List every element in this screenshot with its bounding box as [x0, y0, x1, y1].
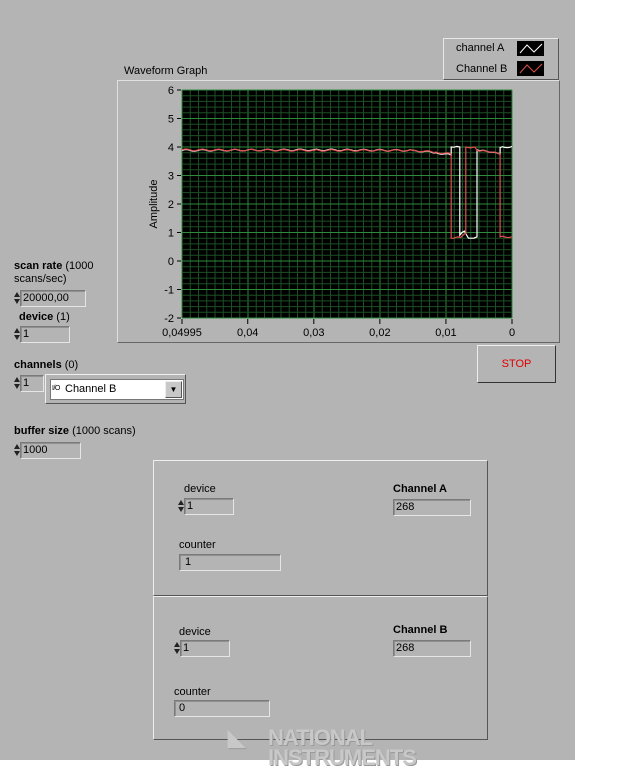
x-tick-label: 0,04 — [237, 327, 258, 339]
channels-label: channels (0) — [14, 359, 78, 371]
y-tick-label: -1 — [164, 285, 174, 297]
front-panel: channel A Channel B Waveform Graph 6 5 4 3 2… — [0, 0, 575, 769]
group-a-device-input[interactable]: 1 — [184, 498, 234, 515]
group-a-device-label: device — [184, 483, 216, 495]
channel-a-label: Channel A — [393, 483, 447, 495]
device-label-unit: (1) — [53, 311, 70, 323]
y-tick-label: 1 — [168, 228, 174, 240]
group-a-counter-value: 1 — [179, 554, 281, 571]
channel-b-group: device 1 counter 0 Channel B 268 — [153, 596, 488, 740]
channels-label-bold: channels — [14, 359, 62, 371]
legend-label-b: Channel B — [456, 63, 508, 75]
scan-rate-label: scan rate (1000 — [14, 260, 94, 272]
ni-logo: ◣ NATIONAL INSTRUMENTS — [228, 725, 417, 770]
group-b-counter-label: counter — [174, 686, 211, 698]
channels-label-unit: (0) — [61, 359, 79, 371]
chevron-down-icon[interactable]: ▼ — [165, 381, 182, 398]
scan-rate-input[interactable]: 20000,00 — [20, 290, 86, 307]
waveform-graph[interactable]: 6 5 4 3 2 1 0 -1 -2 0,04995 0,04 0,03 0,02 0,01 0 Ampl… — [117, 80, 560, 343]
group-b-device-input[interactable]: 1 — [180, 640, 230, 657]
y-tick-label: 5 — [168, 114, 174, 126]
device-label: device (1) — [19, 311, 70, 323]
channel-select[interactable]: I/O Channel B ▼ — [45, 374, 186, 404]
y-tick-label: 0 — [168, 256, 174, 268]
group-a-counter-label: counter — [179, 539, 216, 551]
y-tick-label: -2 — [164, 313, 174, 325]
device-input[interactable]: 1 — [20, 326, 70, 343]
channel-b-label: Channel B — [393, 624, 448, 636]
y-tick-label: 2 — [168, 199, 174, 211]
buffer-size-label-unit: (1000 scans) — [69, 425, 136, 437]
x-tick-label: 0,04995 — [162, 327, 202, 339]
legend-swatch-b[interactable] — [517, 61, 544, 76]
channels-index-input[interactable]: 1 — [20, 375, 44, 392]
channel-select-value: Channel B — [65, 383, 117, 395]
channel-a-value: 268 — [393, 499, 471, 516]
buffer-size-label-bold: buffer size — [14, 425, 70, 437]
buffer-size-label: buffer size (1000 scans) — [14, 425, 136, 437]
x-tick-label: 0,03 — [303, 327, 324, 339]
legend-swatch-a[interactable] — [517, 41, 544, 56]
y-tick-label: 3 — [168, 171, 174, 183]
buffer-size-input[interactable]: 1000 — [20, 442, 81, 459]
y-axis-label: Amplitude — [148, 180, 160, 229]
y-tick-label: 4 — [168, 142, 174, 154]
channel-b-value: 268 — [393, 640, 471, 657]
graph-title: Waveform Graph — [124, 65, 208, 77]
channel-a-group: device 1 counter 1 Channel A 268 — [153, 460, 488, 596]
stop-button[interactable]: STOP — [477, 345, 556, 383]
group-b-device-label: device — [179, 626, 211, 638]
legend-label-a: channel A — [456, 42, 505, 54]
group-b-counter-value: 0 — [174, 700, 270, 717]
x-tick-label: 0,02 — [369, 327, 390, 339]
stop-button-label: STOP — [501, 358, 532, 370]
graph-legend: channel A Channel B — [443, 38, 559, 80]
scan-rate-label-bold: scan rate — [14, 260, 63, 272]
io-glyph-icon: I/O — [52, 385, 60, 392]
x-tick-label: 0 — [509, 327, 515, 339]
scan-rate-label-unit: (1000 — [62, 260, 94, 272]
x-tick-label: 0,01 — [435, 327, 456, 339]
device-label-bold: device — [19, 311, 54, 323]
y-tick-label: 6 — [168, 85, 174, 97]
scan-rate-label-unit2: scans/sec) — [14, 273, 67, 285]
